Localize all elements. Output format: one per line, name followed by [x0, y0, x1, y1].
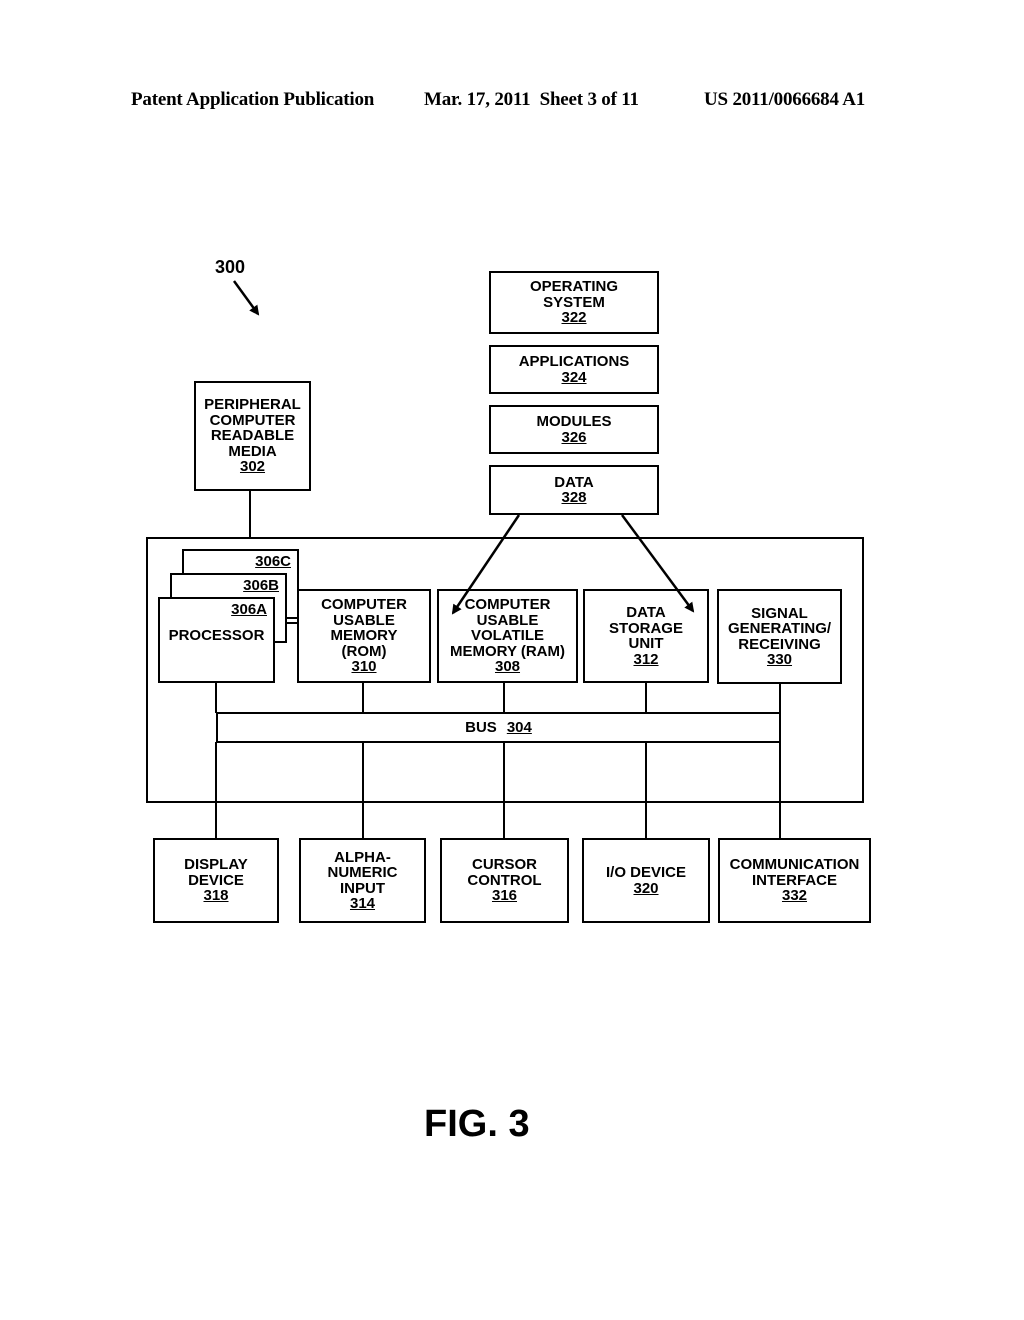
publication-number: US 2011/0066684 A1: [704, 89, 866, 110]
box-label-line: MEMORY (RAM): [450, 642, 565, 660]
peripheral-media-box: PERIPHERAL COMPUTER READABLE MEDIA 302: [194, 381, 311, 491]
system-reference-label: 300: [215, 257, 246, 277]
publication-date-sheet: Mar. 17, 2011 Sheet 3 of 11: [424, 89, 639, 110]
box-ref: 308: [494, 658, 521, 676]
system-pointer-arrow: [232, 280, 260, 316]
io-device-box: I/O DEVICE 320: [582, 838, 710, 923]
box-label-line: I/O DEVICE: [605, 864, 687, 881]
processor-ref: 306A: [231, 601, 267, 618]
processor-label: PROCESSOR: [168, 626, 265, 644]
box-label-line: DATA: [626, 604, 666, 621]
box-label-line: STORAGE: [609, 619, 683, 637]
box-label-line: UNIT: [628, 635, 664, 652]
box-label-line: CONTROL: [467, 871, 542, 889]
bus-ref: 304: [506, 719, 532, 736]
box-ref: 322: [561, 309, 587, 327]
box-label-line: GENERATING/: [727, 620, 832, 637]
box-label-line: (ROM): [341, 642, 387, 660]
box-label-line: OPERATING: [529, 278, 619, 296]
publication-title: Patent Application Publication: [131, 89, 375, 110]
box-label-line: MEDIA: [228, 442, 277, 460]
box-ref: 332: [781, 887, 808, 905]
rom-bus-connector: [362, 683, 364, 713]
figure-caption: FIG. 3: [424, 1103, 530, 1145]
box-ref: 326: [561, 428, 587, 446]
box-label-line: INTERFACE: [751, 871, 837, 889]
box-label-line: COMPUTER: [464, 596, 551, 614]
cursor-connector: [503, 742, 505, 839]
box-label-line: READABLE: [210, 427, 295, 445]
box-ref: 302: [239, 458, 266, 476]
box-label-line: USABLE: [333, 611, 395, 629]
processor-ref: 306C: [255, 553, 291, 570]
box-label-line: COMPUTER: [209, 411, 296, 429]
applications-box: APPLICATIONS 324: [489, 345, 659, 394]
box-label-line: MODULES: [536, 413, 612, 430]
signal-bus-connector: [779, 684, 781, 713]
box-label-line: APPLICATIONS: [518, 353, 630, 370]
box-ref: 318: [203, 887, 229, 905]
box-label-line: VOLATILE: [470, 627, 545, 645]
ram-box: COMPUTER USABLE VOLATILE MEMORY (RAM) 30…: [437, 589, 578, 683]
data-box: DATA 328: [489, 465, 659, 515]
box-label-line: ALPHA-: [334, 848, 391, 866]
box-label-line: DISPLAY: [184, 856, 248, 874]
box-label-line: CURSOR: [471, 856, 537, 874]
box-label-line: INPUT: [340, 879, 385, 897]
peripheral-connector: [249, 490, 251, 538]
box-label-line: SIGNAL: [751, 604, 808, 622]
bus-label: BUS: [465, 719, 497, 736]
box-label-line: RECEIVING: [738, 635, 821, 653]
rom-box: COMPUTER USABLE MEMORY (ROM) 310: [297, 589, 431, 683]
box-ref: 328: [561, 489, 587, 506]
box-label-line: SYSTEM: [543, 293, 605, 311]
communication-interface-box: COMMUNICATION INTERFACE 332: [718, 838, 871, 923]
box-ref: 310: [351, 658, 377, 676]
box-label-line: DATA: [554, 473, 594, 491]
box-ref: 330: [766, 651, 793, 668]
box-label-line: DEVICE: [188, 871, 244, 889]
box-ref: 312: [633, 650, 659, 668]
processor-306a-box: 306A PROCESSOR: [158, 597, 275, 683]
box-ref: 324: [561, 368, 587, 386]
alphanumeric-input-box: ALPHA- NUMERIC INPUT 314: [299, 838, 426, 923]
alphanumeric-connector: [362, 742, 364, 839]
box-label-line: PERIPHERAL: [204, 396, 301, 414]
box-ref: 314: [349, 895, 376, 912]
storage-bus-connector: [645, 683, 647, 713]
display-connector: [215, 742, 217, 839]
box-label-line: MEMORY: [330, 627, 398, 645]
box-label-line: COMPUTER: [321, 596, 407, 614]
communication-connector: [779, 742, 781, 839]
ram-bus-connector: [503, 683, 505, 713]
box-ref: 316: [491, 887, 518, 905]
data-storage-box: DATA STORAGE UNIT 312: [583, 589, 709, 683]
box-label-line: COMMUNICATION: [729, 856, 860, 874]
signal-box: SIGNAL GENERATING/ RECEIVING 330: [717, 589, 842, 684]
modules-box: MODULES 326: [489, 405, 659, 454]
box-label-line: NUMERIC: [327, 864, 398, 881]
display-device-box: DISPLAY DEVICE 318: [153, 838, 279, 923]
processor-bus-connector: [215, 683, 217, 713]
operating-system-box: OPERATING SYSTEM 322: [489, 271, 659, 334]
box-ref: 320: [633, 879, 659, 897]
bus: BUS 304: [216, 712, 781, 743]
box-label-line: USABLE: [476, 611, 539, 629]
processor-ref: 306B: [243, 577, 279, 594]
cursor-control-box: CURSOR CONTROL 316: [440, 838, 569, 923]
io-connector: [645, 742, 647, 839]
